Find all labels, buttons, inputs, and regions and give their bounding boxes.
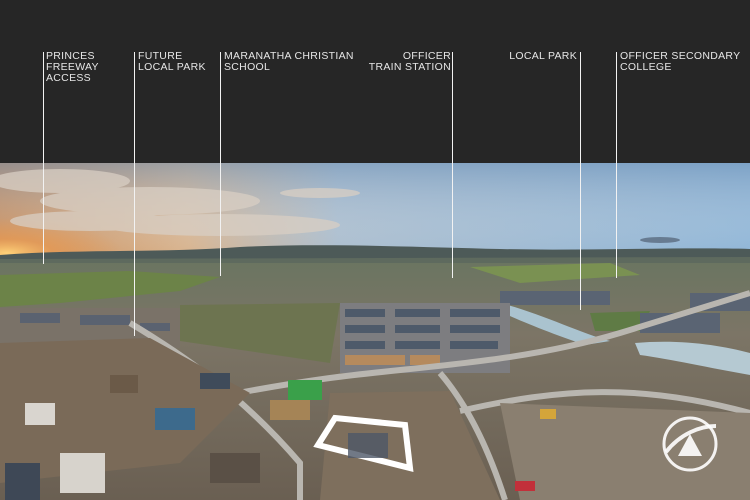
callout-princes-freeway: PRINCES FREEWAY ACCESS <box>46 50 99 84</box>
pin-line-officer-secondary <box>616 52 617 278</box>
pin-line-officer-station <box>452 52 453 278</box>
header-band <box>0 0 750 163</box>
callout-local-park: LOCAL PARK <box>509 50 577 62</box>
callout-officer-station: OFFICER TRAIN STATION <box>368 50 451 73</box>
aerial-photo-stage: PRINCES FREEWAY ACCESS FUTURE LOCAL PARK… <box>0 0 750 500</box>
callout-maranatha-school: MARANATHA CHRISTIAN SCHOOL <box>224 50 354 73</box>
callout-officer-secondary: OFFICER SECONDARY COLLEGE <box>620 50 741 73</box>
callout-future-local-park: FUTURE LOCAL PARK <box>138 50 206 73</box>
aerial-photo <box>0 163 750 500</box>
pin-line-maranatha-school <box>220 52 221 276</box>
pin-line-princes-freeway <box>43 52 44 264</box>
pin-line-future-local-park <box>134 52 135 336</box>
pin-line-local-park <box>580 52 581 310</box>
